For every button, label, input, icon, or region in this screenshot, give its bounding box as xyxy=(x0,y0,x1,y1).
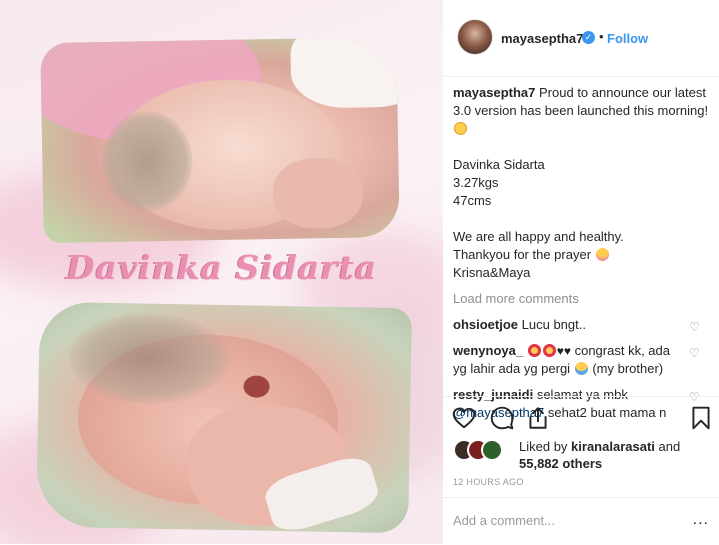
comment-text: Lucu bngt.. xyxy=(521,317,586,332)
post-timestamp[interactable]: 12 HOURS AGO xyxy=(453,477,524,487)
comment-input[interactable]: Add a comment... xyxy=(453,513,555,528)
heart-eyes-emoji-icon xyxy=(542,344,556,357)
caption-length: 47cms xyxy=(453,193,492,208)
avatar xyxy=(481,439,503,461)
black-heart-icon: ♥ xyxy=(563,344,571,358)
post-photo[interactable]: Davinka Sidarta xyxy=(0,0,443,544)
comment-text: (my brother) xyxy=(592,361,664,376)
caption-line: Thankyou for the prayer xyxy=(453,247,592,262)
caption: mayaseptha7 Proud to announce our latest… xyxy=(453,84,713,282)
share-icon[interactable] xyxy=(525,405,551,431)
comment-username[interactable]: wenynoya_ xyxy=(453,343,523,358)
baby-hand xyxy=(272,157,364,230)
liker-username[interactable]: kiranalarasati xyxy=(571,439,655,454)
black-heart-icon: ♥ xyxy=(556,344,564,358)
author-username[interactable]: mayaseptha7 xyxy=(501,31,583,46)
crying-emoji-icon xyxy=(574,362,588,375)
likes-conj: and xyxy=(658,439,681,454)
comment-username[interactable]: ohsioetjoe xyxy=(453,317,518,332)
photo-name-overlay: Davinka Sidarta xyxy=(65,248,378,287)
likes-suffix[interactable]: others xyxy=(562,456,602,471)
post-header: mayaseptha7 ✓ • Follow xyxy=(443,0,719,77)
caption-signature: Krisna&Maya xyxy=(453,265,531,280)
likes-count[interactable]: 55,882 xyxy=(519,456,559,471)
caption-baby-name: Davinka Sidarta xyxy=(453,157,545,172)
comment-like-icon[interactable]: ♡ xyxy=(689,344,701,360)
add-comment-bar: Add a comment... ... xyxy=(443,497,719,545)
list-item: ohsioetjoe Lucu bngt.. ♡ xyxy=(453,316,713,334)
bookmark-icon[interactable] xyxy=(688,405,714,431)
speech-bubble-icon[interactable] xyxy=(489,405,515,431)
post-sidebar: mayaseptha7 ✓ • Follow mayaseptha7 Proud… xyxy=(443,0,719,544)
comment-like-icon[interactable]: ♡ xyxy=(689,318,701,334)
likes-prefix: Liked by xyxy=(519,439,568,454)
load-more-comments-link[interactable]: Load more comments xyxy=(453,290,713,308)
avatar[interactable] xyxy=(457,19,493,55)
swaddle xyxy=(289,36,400,109)
separator-dot: • xyxy=(599,29,604,44)
likes-summary: Liked by kiranalarasati and 55,882 other… xyxy=(453,436,713,476)
rofl-emoji-icon xyxy=(454,122,467,135)
action-bar xyxy=(443,396,719,441)
heart-outline-icon[interactable] xyxy=(451,405,477,431)
smile-emoji-icon xyxy=(595,248,609,261)
caption-line: We are all happy and healthy. xyxy=(453,229,624,244)
instagram-post: Davinka Sidarta mayaseptha7 ✓ • Follow m… xyxy=(0,0,719,544)
more-options-icon[interactable]: ... xyxy=(693,511,709,529)
photo-sleeping-baby xyxy=(40,36,400,244)
photo-crying-baby xyxy=(36,301,412,534)
list-item: wenynoya_ ♥♥ congrast kk, ada yg lahir a… xyxy=(453,342,713,378)
heart-eyes-emoji-icon xyxy=(527,344,541,357)
likes-text: Liked by kiranalarasati and 55,882 other… xyxy=(519,438,713,472)
follow-button[interactable]: Follow xyxy=(607,31,648,46)
caption-username[interactable]: mayaseptha7 xyxy=(453,85,535,100)
verified-badge-icon: ✓ xyxy=(582,31,595,44)
caption-weight: 3.27kgs xyxy=(453,175,499,190)
comments-section: mayaseptha7 Proud to announce our latest… xyxy=(453,84,713,422)
